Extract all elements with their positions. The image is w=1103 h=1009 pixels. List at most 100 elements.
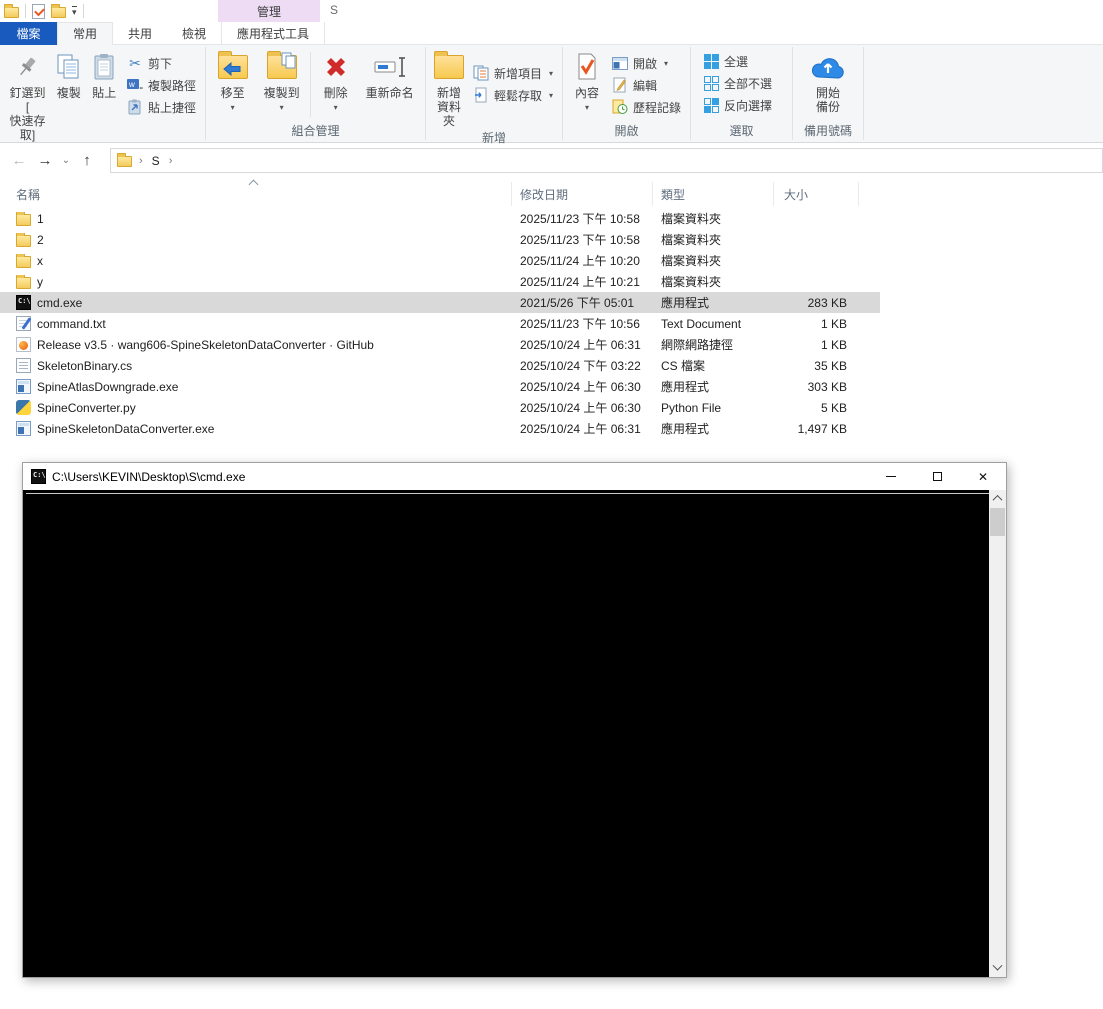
- new-folder-icon[interactable]: [51, 7, 66, 18]
- file-row[interactable]: Release v3.5 · wang606-SpineSkeletonData…: [0, 334, 880, 355]
- column-header-date[interactable]: 修改日期: [512, 182, 653, 206]
- customize-toolbar-dropdown-icon[interactable]: ▾: [72, 6, 77, 16]
- pin-to-quick-access-button[interactable]: 釘選到 [ 快速存取]: [4, 48, 51, 142]
- back-icon[interactable]: ←: [6, 152, 32, 169]
- navigation-bar: ← → ⌄ ↑ › S ›: [0, 144, 1103, 177]
- file-size: [774, 254, 859, 268]
- recent-locations-chevron-icon[interactable]: ⌄: [58, 155, 74, 166]
- breadcrumb-separator-icon: ›: [137, 155, 145, 167]
- column-header-name[interactable]: 名稱: [0, 182, 512, 206]
- ribbon-group-open: 內容 ▾ 開啟 ▾ 編輯: [563, 45, 690, 142]
- minimize-button[interactable]: [868, 463, 914, 490]
- forward-icon[interactable]: →: [32, 152, 58, 169]
- scroll-up-icon[interactable]: [989, 490, 1006, 507]
- invert-selection-button[interactable]: 反向選擇: [699, 94, 777, 116]
- file-date: 2021/5/26 下午 05:01: [512, 294, 653, 311]
- select-none-button[interactable]: 全部不選: [699, 72, 777, 94]
- cmd-titlebar[interactable]: C:\Users\KEVIN\Desktop\S\cmd.exe ✕: [23, 463, 1006, 490]
- start-backup-label-line2: 備份: [816, 100, 840, 114]
- file-row[interactable]: SkeletonBinary.cs 2025/10/24 下午 03:22 CS…: [0, 355, 880, 376]
- file-date: 2025/10/24 上午 06:31: [512, 420, 653, 437]
- breadcrumb-separator-icon: ›: [167, 155, 175, 167]
- close-button[interactable]: ✕: [960, 463, 1006, 490]
- separator: [83, 4, 84, 18]
- tab-home[interactable]: 常用: [57, 22, 113, 45]
- properties-icon: [576, 50, 598, 84]
- breadcrumb-item[interactable]: S: [150, 154, 162, 168]
- sort-ascending-icon: [249, 180, 259, 190]
- move-to-icon: [218, 50, 248, 84]
- window-title: S: [330, 3, 338, 17]
- file-name: SkeletonBinary.cs: [37, 359, 132, 373]
- open-button[interactable]: 開啟 ▾: [607, 52, 686, 74]
- tab-file[interactable]: 檔案: [0, 22, 57, 45]
- file-row[interactable]: command.txt 2025/11/23 下午 10:56 Text Doc…: [0, 313, 880, 334]
- file-icon: [16, 421, 31, 436]
- easy-access-label: 輕鬆存取: [494, 87, 542, 104]
- column-header-name-label: 名稱: [16, 188, 40, 202]
- tab-application-tools[interactable]: 應用程式工具: [221, 22, 325, 45]
- tab-share[interactable]: 共用: [113, 22, 167, 45]
- file-type: 檔案資料夾: [653, 252, 774, 269]
- paste-button[interactable]: 貼上: [86, 48, 122, 100]
- history-button[interactable]: 歷程記錄: [607, 96, 686, 118]
- file-row[interactable]: cmd.exe 2021/5/26 下午 05:01 應用程式 283 KB: [0, 292, 880, 313]
- console-output[interactable]: [23, 490, 1006, 977]
- select-all-button[interactable]: 全選: [699, 50, 753, 72]
- file-row[interactable]: y 2025/11/24 上午 10:21 檔案資料夾: [0, 271, 880, 292]
- file-type: 檔案資料夾: [653, 273, 774, 290]
- copy-button[interactable]: 複製: [51, 48, 87, 100]
- file-type: Python File: [653, 401, 774, 415]
- cmd-window[interactable]: C:\Users\KEVIN\Desktop\S\cmd.exe ✕: [22, 462, 1007, 978]
- open-icon: [612, 55, 628, 71]
- copy-icon: [56, 50, 82, 84]
- file-row[interactable]: x 2025/11/24 上午 10:20 檔案資料夾: [0, 250, 880, 271]
- address-bar[interactable]: › S ›: [110, 148, 1103, 173]
- file-row[interactable]: 2 2025/11/23 下午 10:58 檔案資料夾: [0, 229, 880, 250]
- file-size: [774, 233, 859, 247]
- easy-access-button[interactable]: 輕鬆存取 ▾: [468, 84, 558, 106]
- copy-path-button[interactable]: w 複製路徑: [122, 74, 201, 96]
- cut-button[interactable]: ✂ 剪下: [122, 52, 201, 74]
- folder-icon[interactable]: [4, 7, 19, 18]
- properties-button[interactable]: 內容 ▾: [567, 48, 607, 115]
- tab-view[interactable]: 檢視: [167, 22, 221, 45]
- paste-shortcut-button[interactable]: 貼上捷徑: [122, 96, 201, 118]
- move-to-label: 移至: [221, 86, 245, 100]
- file-row[interactable]: 1 2025/11/23 下午 10:58 檔案資料夾: [0, 208, 880, 229]
- file-row[interactable]: SpineAtlasDowngrade.exe 2025/10/24 上午 06…: [0, 376, 880, 397]
- copy-to-button[interactable]: 複製到 ▾: [255, 48, 308, 115]
- new-folder-button[interactable]: 新增 資料夾: [430, 48, 468, 128]
- edit-button[interactable]: 編輯: [607, 74, 686, 96]
- properties-icon[interactable]: [32, 4, 45, 19]
- delete-button[interactable]: 刪除 ▾: [313, 48, 358, 115]
- maximize-icon: [933, 472, 942, 481]
- cmd-icon: [31, 469, 46, 484]
- new-small-buttons: 新增項目 ▾ 輕鬆存取 ▾: [468, 48, 558, 106]
- column-header-size[interactable]: 大小: [774, 182, 859, 206]
- start-backup-label-line1: 開始: [816, 86, 840, 100]
- console-line: [26, 493, 992, 494]
- column-header-type[interactable]: 類型: [653, 182, 774, 206]
- move-to-button[interactable]: 移至 ▾: [210, 48, 255, 115]
- up-icon[interactable]: ↑: [74, 152, 100, 169]
- scrollbar-thumb[interactable]: [990, 508, 1005, 536]
- rename-button[interactable]: 重新命名: [358, 48, 421, 100]
- edit-label: 編輯: [633, 77, 657, 94]
- file-size: 35 KB: [774, 359, 859, 373]
- file-row[interactable]: SpineSkeletonDataConverter.exe 2025/10/2…: [0, 418, 880, 439]
- file-row[interactable]: SpineConverter.py 2025/10/24 上午 06:30 Py…: [0, 397, 880, 418]
- file-name: Release v3.5 · wang606-SpineSkeletonData…: [37, 338, 374, 352]
- file-icon: [16, 379, 31, 394]
- scroll-down-icon[interactable]: [989, 960, 1006, 977]
- console-scrollbar[interactable]: [989, 490, 1006, 977]
- maximize-button[interactable]: [914, 463, 960, 490]
- copy-label: 複製: [57, 86, 81, 100]
- chevron-down-icon: ▾: [585, 101, 589, 115]
- ribbon-group-clipboard: 釘選到 [ 快速存取] 複製 貼上 ✂: [0, 45, 205, 142]
- file-icon: [16, 400, 31, 415]
- new-item-button[interactable]: 新增項目 ▾: [468, 62, 558, 84]
- start-backup-button[interactable]: 開始 備份: [799, 48, 857, 114]
- file-type: 檔案資料夾: [653, 210, 774, 227]
- file-list-header: 名稱 修改日期 類型 大小: [0, 182, 1103, 206]
